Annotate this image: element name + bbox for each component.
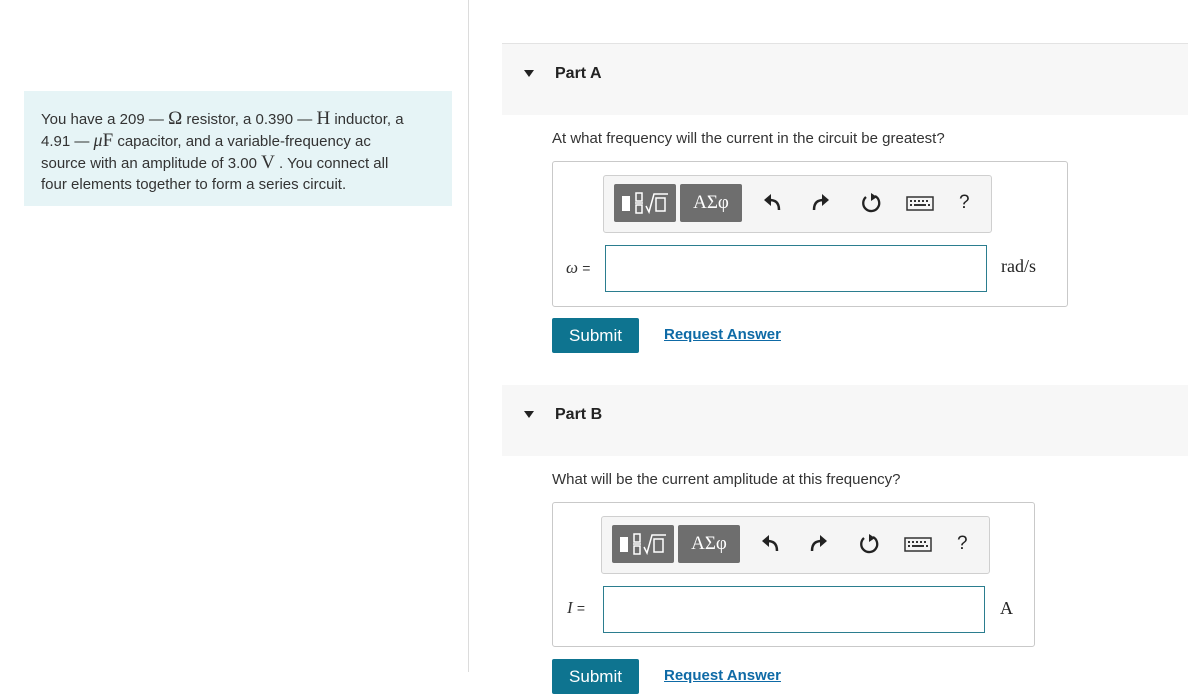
column-divider [468,0,469,672]
undo-icon[interactable] [759,533,781,555]
greek-letters-icon[interactable]: ΑΣφ [678,525,740,563]
part-a-header[interactable]: Part A [502,44,1188,115]
templates-icon[interactable] [612,525,674,563]
part-b-submit-button[interactable]: Submit [552,659,639,694]
problem-statement: You have a 209 — Ω resistor, a 0.390 — H… [24,91,452,206]
part-a-question: At what frequency will the current in th… [552,130,945,147]
reset-icon[interactable] [860,192,882,214]
part-b-variable: I = [567,598,586,617]
redo-icon[interactable] [808,533,830,555]
part-a-answer-box: ΑΣφ ? ω = rad/s [552,161,1068,307]
part-b-math-toolbar: ΑΣφ ? [601,516,990,574]
part-a-math-toolbar: ΑΣφ ? [603,175,992,233]
part-b-request-answer-link[interactable]: Request Answer [664,667,781,684]
greek-letters-icon[interactable]: ΑΣφ [680,184,742,222]
part-b-title: Part B [555,406,603,423]
part-a-request-answer-link[interactable]: Request Answer [664,326,781,343]
part-a-variable: ω = [566,258,591,277]
part-b-answer-box: ΑΣφ ? I = A [552,502,1035,647]
part-a-title: Part A [555,65,602,82]
keyboard-icon[interactable] [906,192,934,214]
part-a-unit: rad/s [1001,256,1036,276]
undo-icon[interactable] [761,192,783,214]
help-icon[interactable]: ? [957,533,968,555]
part-b-header[interactable]: Part B [502,385,1188,456]
part-b-answer-input[interactable] [603,586,985,633]
keyboard-icon[interactable] [904,533,932,555]
reset-icon[interactable] [858,533,880,555]
part-a-submit-button[interactable]: Submit [552,318,639,353]
collapse-triangle-icon[interactable] [524,411,534,418]
collapse-triangle-icon[interactable] [524,70,534,77]
part-b-unit: A [1000,598,1013,618]
templates-icon[interactable] [614,184,676,222]
redo-icon[interactable] [810,192,832,214]
part-a-answer-input[interactable] [605,245,987,292]
part-b-question: What will be the current amplitude at th… [552,471,901,488]
help-icon[interactable]: ? [959,192,970,214]
